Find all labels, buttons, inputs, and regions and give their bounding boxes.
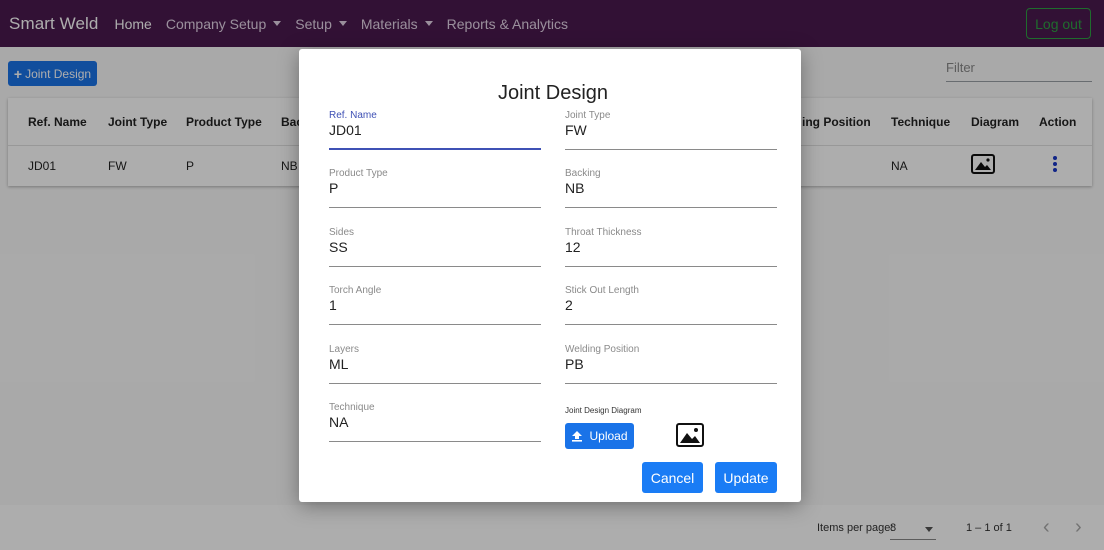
layers-field[interactable]: Layers ML [329, 344, 541, 384]
field-value[interactable]: P [329, 180, 338, 196]
sides-field[interactable]: Sides SS [329, 227, 541, 267]
field-label: Backing [565, 168, 601, 179]
upload-icon [572, 431, 583, 442]
field-label: Torch Angle [329, 285, 382, 296]
field-label: Stick Out Length [565, 285, 639, 296]
field-value[interactable]: JD01 [329, 122, 362, 138]
field-label: Product Type [329, 168, 388, 179]
field-value[interactable]: 2 [565, 297, 573, 313]
cancel-button[interactable]: Cancel [642, 462, 703, 493]
joint-design-dialog: Joint Design Ref. Name JD01 Joint Type F… [299, 49, 801, 502]
field-value[interactable]: 12 [565, 239, 581, 255]
field-label: Layers [329, 344, 360, 355]
field-value[interactable]: FW [565, 122, 587, 138]
field-label: Ref. Name [329, 110, 377, 121]
field-label: Welding Position [565, 344, 640, 355]
torch-angle-field[interactable]: Torch Angle 1 [329, 285, 541, 325]
backing-field[interactable]: Backing NB [565, 168, 777, 208]
field-value[interactable]: PB [565, 356, 584, 372]
field-value[interactable]: ML [329, 356, 348, 372]
ref-name-field[interactable]: Ref. Name JD01 [329, 110, 541, 150]
welding-position-field[interactable]: Welding Position PB [565, 344, 777, 384]
field-label: Sides [329, 227, 355, 238]
field-value[interactable]: 1 [329, 297, 337, 313]
technique-field[interactable]: Technique NA [329, 402, 541, 442]
upload-label: Upload [589, 429, 628, 443]
field-value[interactable]: NA [329, 414, 348, 430]
update-button[interactable]: Update [715, 462, 777, 493]
field-value[interactable]: NB [565, 180, 584, 196]
field-label: Technique [329, 402, 375, 413]
field-label: Throat Thickness [565, 227, 642, 238]
stick-out-length-field[interactable]: Stick Out Length 2 [565, 285, 777, 325]
joint-type-field[interactable]: Joint Type FW [565, 110, 777, 150]
field-value[interactable]: SS [329, 239, 348, 255]
throat-thickness-field[interactable]: Throat Thickness 12 [565, 227, 777, 267]
image-icon [676, 423, 704, 447]
product-type-field[interactable]: Product Type P [329, 168, 541, 208]
upload-button[interactable]: Upload [565, 423, 634, 449]
diagram-label: Joint Design Diagram [565, 406, 642, 415]
dialog-title: Joint Design [497, 82, 609, 104]
field-label: Joint Type [565, 110, 611, 121]
